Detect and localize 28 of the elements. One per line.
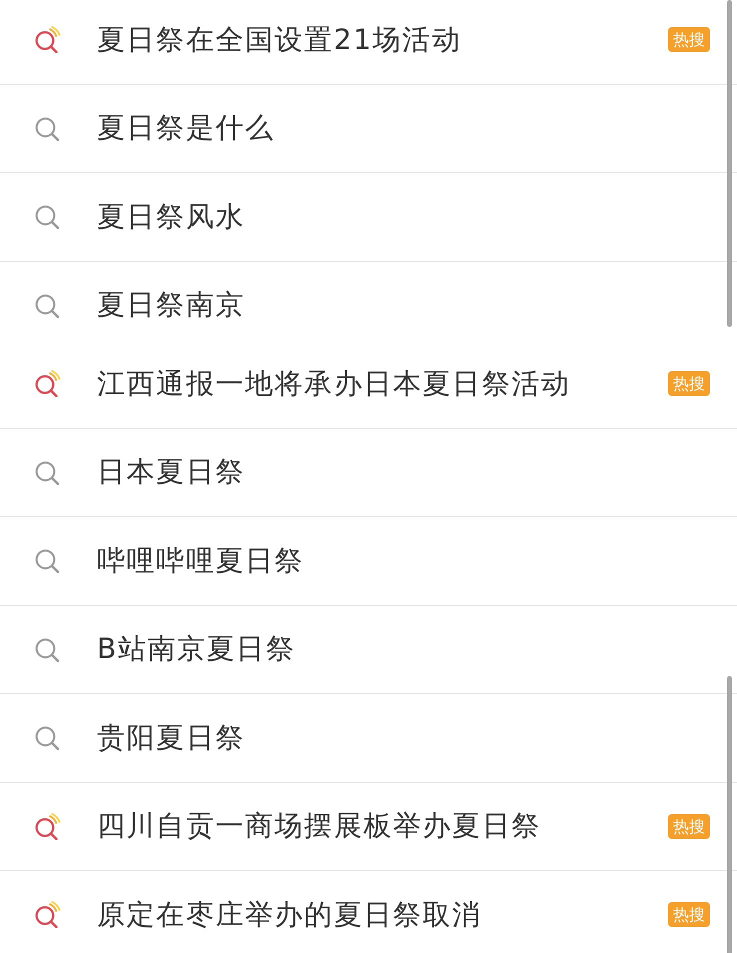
suggestion-text[interactable]: 夏日祭在全国设置21场活动 <box>97 20 668 59</box>
hot-search-icon <box>34 901 61 928</box>
hot-search-icon <box>34 26 61 54</box>
search-icon <box>34 203 61 230</box>
suggestion-text[interactable]: 夏日祭南京 <box>97 286 710 324</box>
scrollbar-thumb[interactable] <box>727 0 732 327</box>
suggestion-text[interactable]: 日本夏日祭 <box>97 453 710 492</box>
suggestion-text[interactable]: 夏日祭是什么 <box>97 109 710 148</box>
suggestion-text[interactable]: 江西通报一地将承办日本夏日祭活动 <box>97 364 668 403</box>
suggestion-text[interactable]: 四川自贡一商场摆展板举办夏日祭 <box>97 807 668 846</box>
suggestion-text[interactable]: 原定在枣庄举办的夏日祭取消 <box>97 896 668 934</box>
suggestion-text[interactable]: 哔哩哔哩夏日祭 <box>97 542 710 580</box>
hot-badge: 热搜 <box>668 27 710 52</box>
search-icon <box>34 114 61 142</box>
search-icon <box>34 292 61 319</box>
suggestion-text[interactable]: 夏日祭风水 <box>97 198 710 236</box>
search-icon <box>34 724 61 752</box>
hot-search-icon <box>34 370 61 398</box>
scrollbar-thumb[interactable] <box>727 676 732 953</box>
hot-search-icon <box>34 812 61 840</box>
search-icon <box>34 458 61 486</box>
search-icon <box>34 547 61 574</box>
suggestion-text[interactable]: B站南京夏日祭 <box>97 630 710 668</box>
hot-badge: 热搜 <box>668 902 710 928</box>
suggestion-text[interactable]: 贵阳夏日祭 <box>97 718 710 757</box>
hot-badge: 热搜 <box>668 371 710 396</box>
hot-badge: 热搜 <box>668 814 710 839</box>
search-icon <box>34 636 61 663</box>
